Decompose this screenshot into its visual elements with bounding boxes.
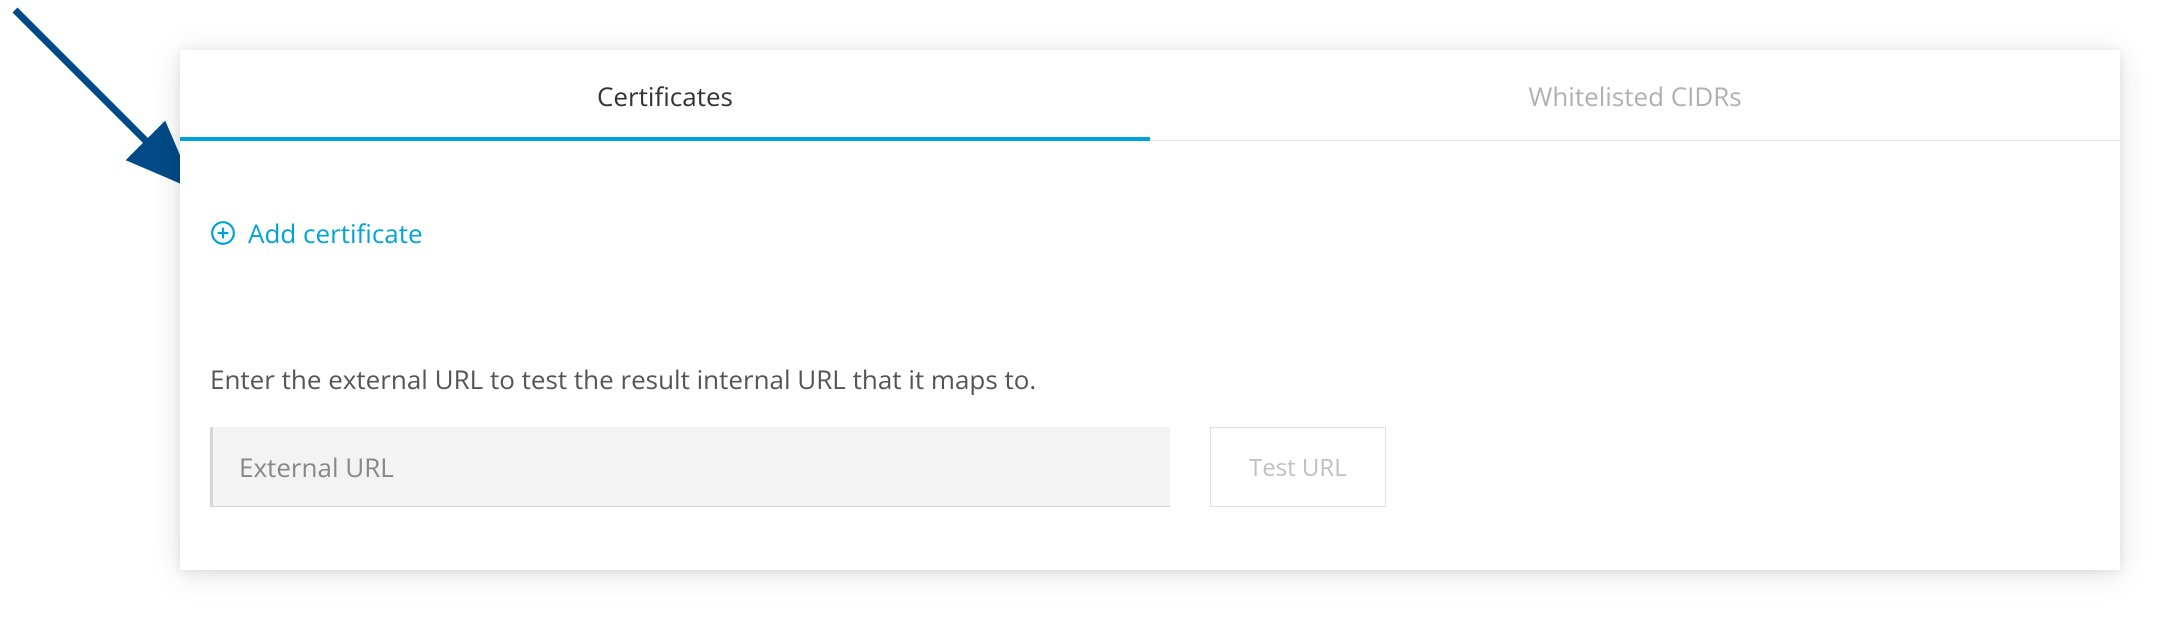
pointer-arrow-annotation xyxy=(5,0,205,200)
tab-label: Certificates xyxy=(597,78,733,114)
tab-whitelisted-cidrs[interactable]: Whitelisted CIDRs xyxy=(1150,50,2120,140)
plus-circle-icon xyxy=(210,220,236,246)
certificates-panel: Certificates Whitelisted CIDRs Add certi… xyxy=(180,50,2120,570)
tab-label: Whitelisted CIDRs xyxy=(1528,78,1741,114)
external-url-input[interactable] xyxy=(210,427,1170,507)
tab-certificates[interactable]: Certificates xyxy=(180,50,1150,140)
add-certificate-label: Add certificate xyxy=(248,215,423,251)
test-url-description: Enter the external URL to test the resul… xyxy=(210,361,2090,397)
tab-bar: Certificates Whitelisted CIDRs xyxy=(180,50,2120,141)
test-url-row: Test URL xyxy=(210,427,2090,507)
test-url-button[interactable]: Test URL xyxy=(1210,427,1386,507)
tab-content: Add certificate Enter the external URL t… xyxy=(180,141,2120,537)
add-certificate-button[interactable]: Add certificate xyxy=(210,215,423,251)
